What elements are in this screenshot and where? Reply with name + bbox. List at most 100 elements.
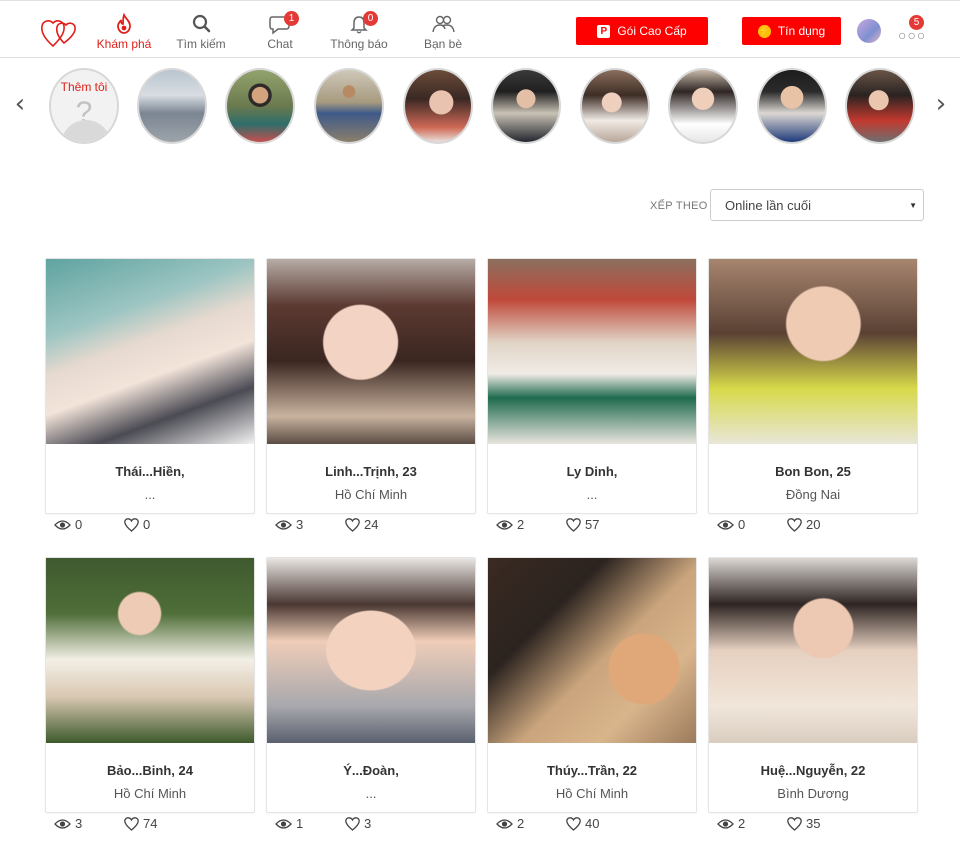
bell-icon: 0 bbox=[346, 11, 378, 35]
view-count-value: 3 bbox=[75, 816, 83, 831]
profile-photo[interactable] bbox=[709, 558, 917, 743]
eye-icon bbox=[496, 818, 513, 829]
like-count-value: 24 bbox=[364, 517, 379, 532]
avatar-3[interactable] bbox=[314, 68, 384, 144]
nav-explore[interactable]: Khám phá bbox=[84, 12, 164, 51]
notification-badge: 0 bbox=[363, 11, 378, 26]
heart-icon bbox=[566, 517, 581, 532]
like-count[interactable]: 20 bbox=[787, 517, 820, 532]
like-count[interactable]: 35 bbox=[787, 816, 820, 831]
eye-icon bbox=[717, 519, 734, 530]
nav-explore-label: Khám phá bbox=[96, 37, 152, 51]
flame-icon bbox=[111, 12, 137, 35]
dropdown-caret-icon: ▼ bbox=[909, 201, 917, 210]
like-count[interactable]: 24 bbox=[345, 517, 378, 532]
like-count-value: 3 bbox=[364, 816, 372, 831]
profile-name: Thúy...Trần, 22 bbox=[546, 763, 638, 778]
view-count-value: 2 bbox=[517, 816, 525, 831]
avatar-2[interactable] bbox=[225, 68, 295, 144]
view-count: 3 bbox=[275, 517, 303, 532]
profile-card[interactable]: Thái...Hiền, ... bbox=[45, 258, 255, 514]
profile-name: Huệ...Nguyễn, 22 bbox=[760, 763, 866, 778]
nav-search[interactable]: Tìm kiếm bbox=[161, 13, 241, 51]
more-badge: 5 bbox=[909, 15, 924, 30]
nav-notifications-label: Thông báo bbox=[330, 37, 388, 51]
nav-search-label: Tìm kiếm bbox=[176, 37, 226, 51]
heart-icon bbox=[345, 517, 360, 532]
profile-name: Thái...Hiền, bbox=[115, 464, 185, 479]
credit-button[interactable]: ⚡ Tín dụng bbox=[742, 17, 841, 45]
sort-selected-value: Online lần cuối bbox=[725, 198, 811, 213]
hearts-logo-icon[interactable] bbox=[40, 13, 78, 49]
heart-icon bbox=[787, 517, 802, 532]
carousel-prev-arrow-icon[interactable]: ‹ bbox=[10, 91, 30, 118]
avatar-9[interactable] bbox=[845, 68, 915, 144]
avatar-8[interactable] bbox=[757, 68, 827, 144]
eye-icon bbox=[275, 519, 292, 530]
profile-name: Ly Dinh, bbox=[566, 464, 618, 479]
view-count: 1 bbox=[275, 816, 303, 831]
like-count[interactable]: 74 bbox=[124, 816, 157, 831]
eye-icon bbox=[275, 818, 292, 829]
sort-select[interactable]: Online lần cuối ▼ bbox=[710, 189, 924, 221]
profile-card[interactable]: Bảo...Binh, 24 Hồ Chí Minh bbox=[45, 557, 255, 813]
nav-friends[interactable]: Bạn bè bbox=[403, 13, 483, 51]
profile-card[interactable]: Ý...Đoàn, ... bbox=[266, 557, 476, 813]
heart-icon bbox=[345, 816, 360, 831]
more-menu-button[interactable]: ○○○ 5 bbox=[896, 15, 926, 45]
profile-photo[interactable] bbox=[267, 558, 475, 743]
profile-city: ... bbox=[144, 487, 156, 502]
add-me-label: Thêm tôi bbox=[60, 80, 108, 94]
profile-card[interactable]: Bon Bon, 25 Đồng Nai bbox=[708, 258, 918, 514]
profile-photo[interactable] bbox=[488, 558, 696, 743]
profile-city: ... bbox=[365, 786, 377, 801]
profile-card[interactable]: Ly Dinh, ... bbox=[487, 258, 697, 514]
nav-chat[interactable]: 1 Chat bbox=[240, 11, 320, 51]
profile-photo[interactable] bbox=[46, 558, 254, 743]
add-me-avatar[interactable]: Thêm tôi ? bbox=[49, 68, 119, 144]
profile-city: Hồ Chí Minh bbox=[334, 487, 408, 502]
profile-name: Linh...Trịnh, 23 bbox=[325, 464, 417, 479]
like-count[interactable]: 57 bbox=[566, 517, 599, 532]
carousel-next-arrow-icon[interactable]: › bbox=[931, 91, 951, 118]
view-count: 2 bbox=[717, 816, 745, 831]
profile-photo[interactable] bbox=[46, 259, 254, 444]
like-count-value: 35 bbox=[806, 816, 821, 831]
profile-card[interactable]: Linh...Trịnh, 23 Hồ Chí Minh bbox=[266, 258, 476, 514]
like-count[interactable]: 40 bbox=[566, 816, 599, 831]
user-avatar[interactable] bbox=[857, 19, 881, 43]
chat-badge: 1 bbox=[284, 11, 299, 26]
like-count[interactable]: 3 bbox=[345, 816, 371, 831]
eye-icon bbox=[54, 519, 71, 530]
profile-card[interactable]: Huệ...Nguyễn, 22 Bình Dương bbox=[708, 557, 918, 813]
avatar-1[interactable] bbox=[137, 68, 207, 144]
premium-package-button[interactable]: P Gói Cao Cấp bbox=[576, 17, 708, 45]
profile-city: Đồng Nai bbox=[785, 487, 841, 502]
view-count: 0 bbox=[54, 517, 82, 532]
friends-icon bbox=[430, 13, 456, 35]
nav-notifications[interactable]: 0 Thông báo bbox=[319, 11, 399, 51]
avatar-7[interactable] bbox=[668, 68, 738, 144]
profile-name: Ý...Đoàn, bbox=[343, 763, 399, 778]
premium-p-icon: P bbox=[597, 24, 611, 38]
view-count: 0 bbox=[717, 517, 745, 532]
avatar-4[interactable] bbox=[403, 68, 473, 144]
profile-photo[interactable] bbox=[488, 259, 696, 444]
like-count-value: 0 bbox=[143, 517, 151, 532]
profile-photo[interactable] bbox=[267, 259, 475, 444]
like-count-value: 57 bbox=[585, 517, 600, 532]
nav-chat-label: Chat bbox=[267, 37, 293, 51]
profile-card[interactable]: Thúy...Trần, 22 Hồ Chí Minh bbox=[487, 557, 697, 813]
top-navbar: Khám phá Tìm kiếm 1 Chat 0 Thông báo Bạn… bbox=[0, 0, 960, 58]
avatar-5[interactable] bbox=[491, 68, 561, 144]
profile-city: Hồ Chí Minh bbox=[555, 786, 629, 801]
view-count: 2 bbox=[496, 816, 524, 831]
profile-photo[interactable] bbox=[709, 259, 917, 444]
heart-icon bbox=[566, 816, 581, 831]
coin-icon: ⚡ bbox=[757, 24, 771, 38]
heart-icon bbox=[124, 816, 139, 831]
search-icon bbox=[188, 13, 214, 35]
like-count[interactable]: 0 bbox=[124, 517, 150, 532]
avatar-6[interactable] bbox=[580, 68, 650, 144]
profile-city: Hồ Chí Minh bbox=[113, 786, 187, 801]
